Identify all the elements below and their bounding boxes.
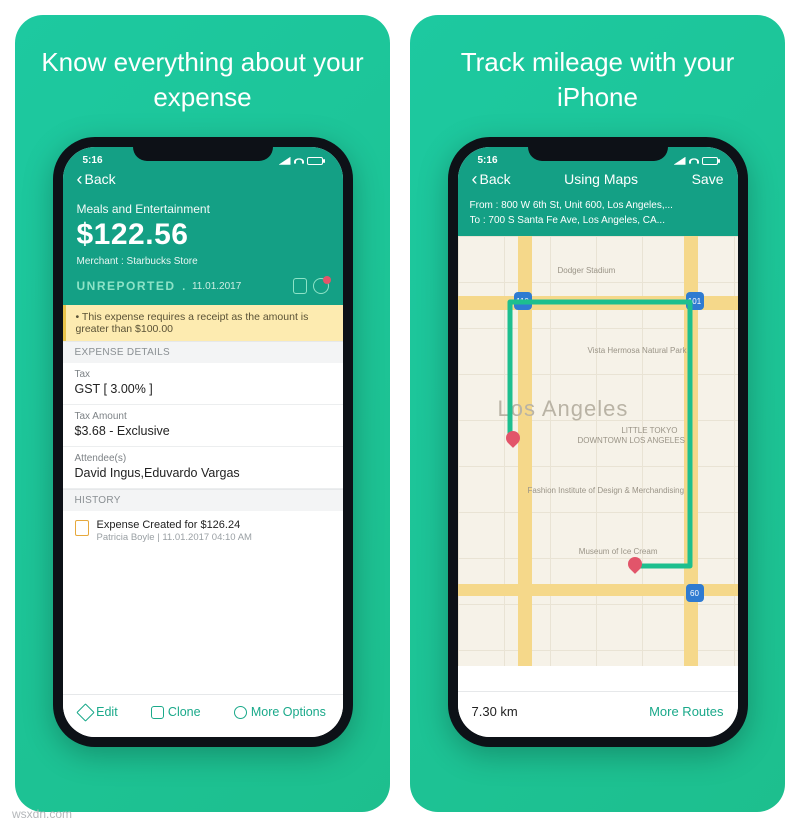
- trip-endpoints[interactable]: From : 800 W 6th St, Unit 600, Los Angel…: [458, 196, 738, 236]
- phone-frame: 5:16 ‹ Back Meals and Entertainment: [53, 137, 353, 747]
- device-notch: [133, 137, 273, 161]
- more-options-button[interactable]: More Options: [234, 705, 326, 719]
- clone-button[interactable]: Clone: [151, 705, 201, 719]
- clone-icon: [151, 706, 164, 719]
- wifi-icon: [294, 158, 304, 164]
- alert-icon[interactable]: [313, 278, 329, 294]
- status-icons: [674, 155, 718, 166]
- expense-category: Meals and Entertainment: [77, 202, 329, 216]
- bottom-toolbar: Edit Clone More Options: [63, 694, 343, 737]
- status-icons: [279, 155, 323, 166]
- panel-title: Track mileage with your iPhone: [434, 45, 761, 115]
- tax-label: Tax: [75, 369, 331, 380]
- row-tax[interactable]: Tax GST [ 3.00% ]: [63, 363, 343, 405]
- trip-from: From : 800 W 6th St, Unit 600, Los Angel…: [470, 198, 726, 213]
- trip-to: To : 700 S Santa Fe Ave, Los Angeles, CA…: [470, 213, 726, 228]
- more-icon: [234, 706, 247, 719]
- trip-distance: 7.30 km: [472, 704, 518, 719]
- history-title: Expense Created for $126.24: [97, 519, 252, 531]
- attendees-label: Attendee(s): [75, 453, 331, 464]
- history-entry[interactable]: Expense Created for $126.24 Patricia Boy…: [63, 511, 343, 551]
- expense-status: UNREPORTED: [77, 279, 176, 293]
- save-button[interactable]: Save: [692, 171, 724, 187]
- edit-button[interactable]: Edit: [79, 705, 118, 719]
- watermark: wsxdn.com: [12, 807, 72, 821]
- chevron-left-icon: ‹: [472, 170, 478, 188]
- document-icon: [75, 520, 89, 536]
- phone-screen: 5:16 ‹ Back Using Maps Save: [458, 147, 738, 737]
- more-routes-button[interactable]: More Routes: [649, 704, 723, 719]
- tax-amount-value: $3.68 - Exclusive: [75, 424, 331, 438]
- attendees-value: David Ingus,Eduvardo Vargas: [75, 466, 331, 480]
- battery-icon: [702, 157, 718, 165]
- tax-value: GST [ 3.00% ]: [75, 382, 331, 396]
- expense-amount: $122.56: [77, 218, 329, 252]
- back-label: Back: [480, 171, 511, 187]
- status-time: 5:16: [478, 155, 498, 166]
- row-tax-amount[interactable]: Tax Amount $3.68 - Exclusive: [63, 405, 343, 447]
- screen-title: Using Maps: [564, 171, 638, 187]
- row-attendees[interactable]: Attendee(s) David Ingus,Eduvardo Vargas: [63, 447, 343, 489]
- signal-icon: [279, 157, 291, 165]
- expense-status-date: 11.01.2017: [192, 281, 241, 292]
- expense-status-row: UNREPORTED . 11.01.2017: [77, 277, 329, 295]
- more-label: More Options: [251, 705, 326, 719]
- expense-merchant: Merchant : Starbucks Store: [77, 256, 329, 267]
- edit-label: Edit: [96, 705, 118, 719]
- expense-summary: Meals and Entertainment $122.56 Merchant…: [63, 196, 343, 305]
- tax-amount-label: Tax Amount: [75, 411, 331, 422]
- status-time: 5:16: [83, 155, 103, 166]
- back-button[interactable]: ‹ Back: [472, 170, 511, 188]
- nav-bar: ‹ Back: [75, 168, 331, 188]
- chevron-left-icon: ‹: [77, 170, 83, 188]
- section-expense-details: EXPENSE DETAILS: [63, 341, 343, 363]
- pencil-icon: [79, 706, 92, 719]
- back-button[interactable]: ‹ Back: [77, 170, 116, 188]
- history-subtitle: Patricia Boyle | 11.01.2017 04:10 AM: [97, 532, 252, 543]
- nav-bar: ‹ Back Using Maps Save: [470, 168, 726, 188]
- attach-receipt-icon[interactable]: [293, 278, 307, 294]
- back-label: Back: [85, 171, 116, 187]
- map-footer: 7.30 km More Routes: [458, 691, 738, 737]
- section-history: HISTORY: [63, 489, 343, 511]
- clone-label: Clone: [168, 705, 201, 719]
- receipt-warning-banner: • This expense requires a receipt as the…: [63, 305, 343, 341]
- map-view[interactable]: Los Angeles Dodger Stadium Vista Hermosa…: [458, 236, 738, 666]
- battery-icon: [307, 157, 323, 165]
- phone-frame: 5:16 ‹ Back Using Maps Save: [448, 137, 748, 747]
- promo-panel-expense: Know everything about your expense 5:16 …: [15, 15, 390, 812]
- wifi-icon: [689, 158, 699, 164]
- route-line: [458, 236, 738, 666]
- signal-icon: [674, 157, 686, 165]
- phone-screen: 5:16 ‹ Back Meals and Entertainment: [63, 147, 343, 737]
- promo-panel-mileage: Track mileage with your iPhone 5:16 ‹ Ba…: [410, 15, 785, 812]
- panel-title: Know everything about your expense: [39, 45, 366, 115]
- device-notch: [528, 137, 668, 161]
